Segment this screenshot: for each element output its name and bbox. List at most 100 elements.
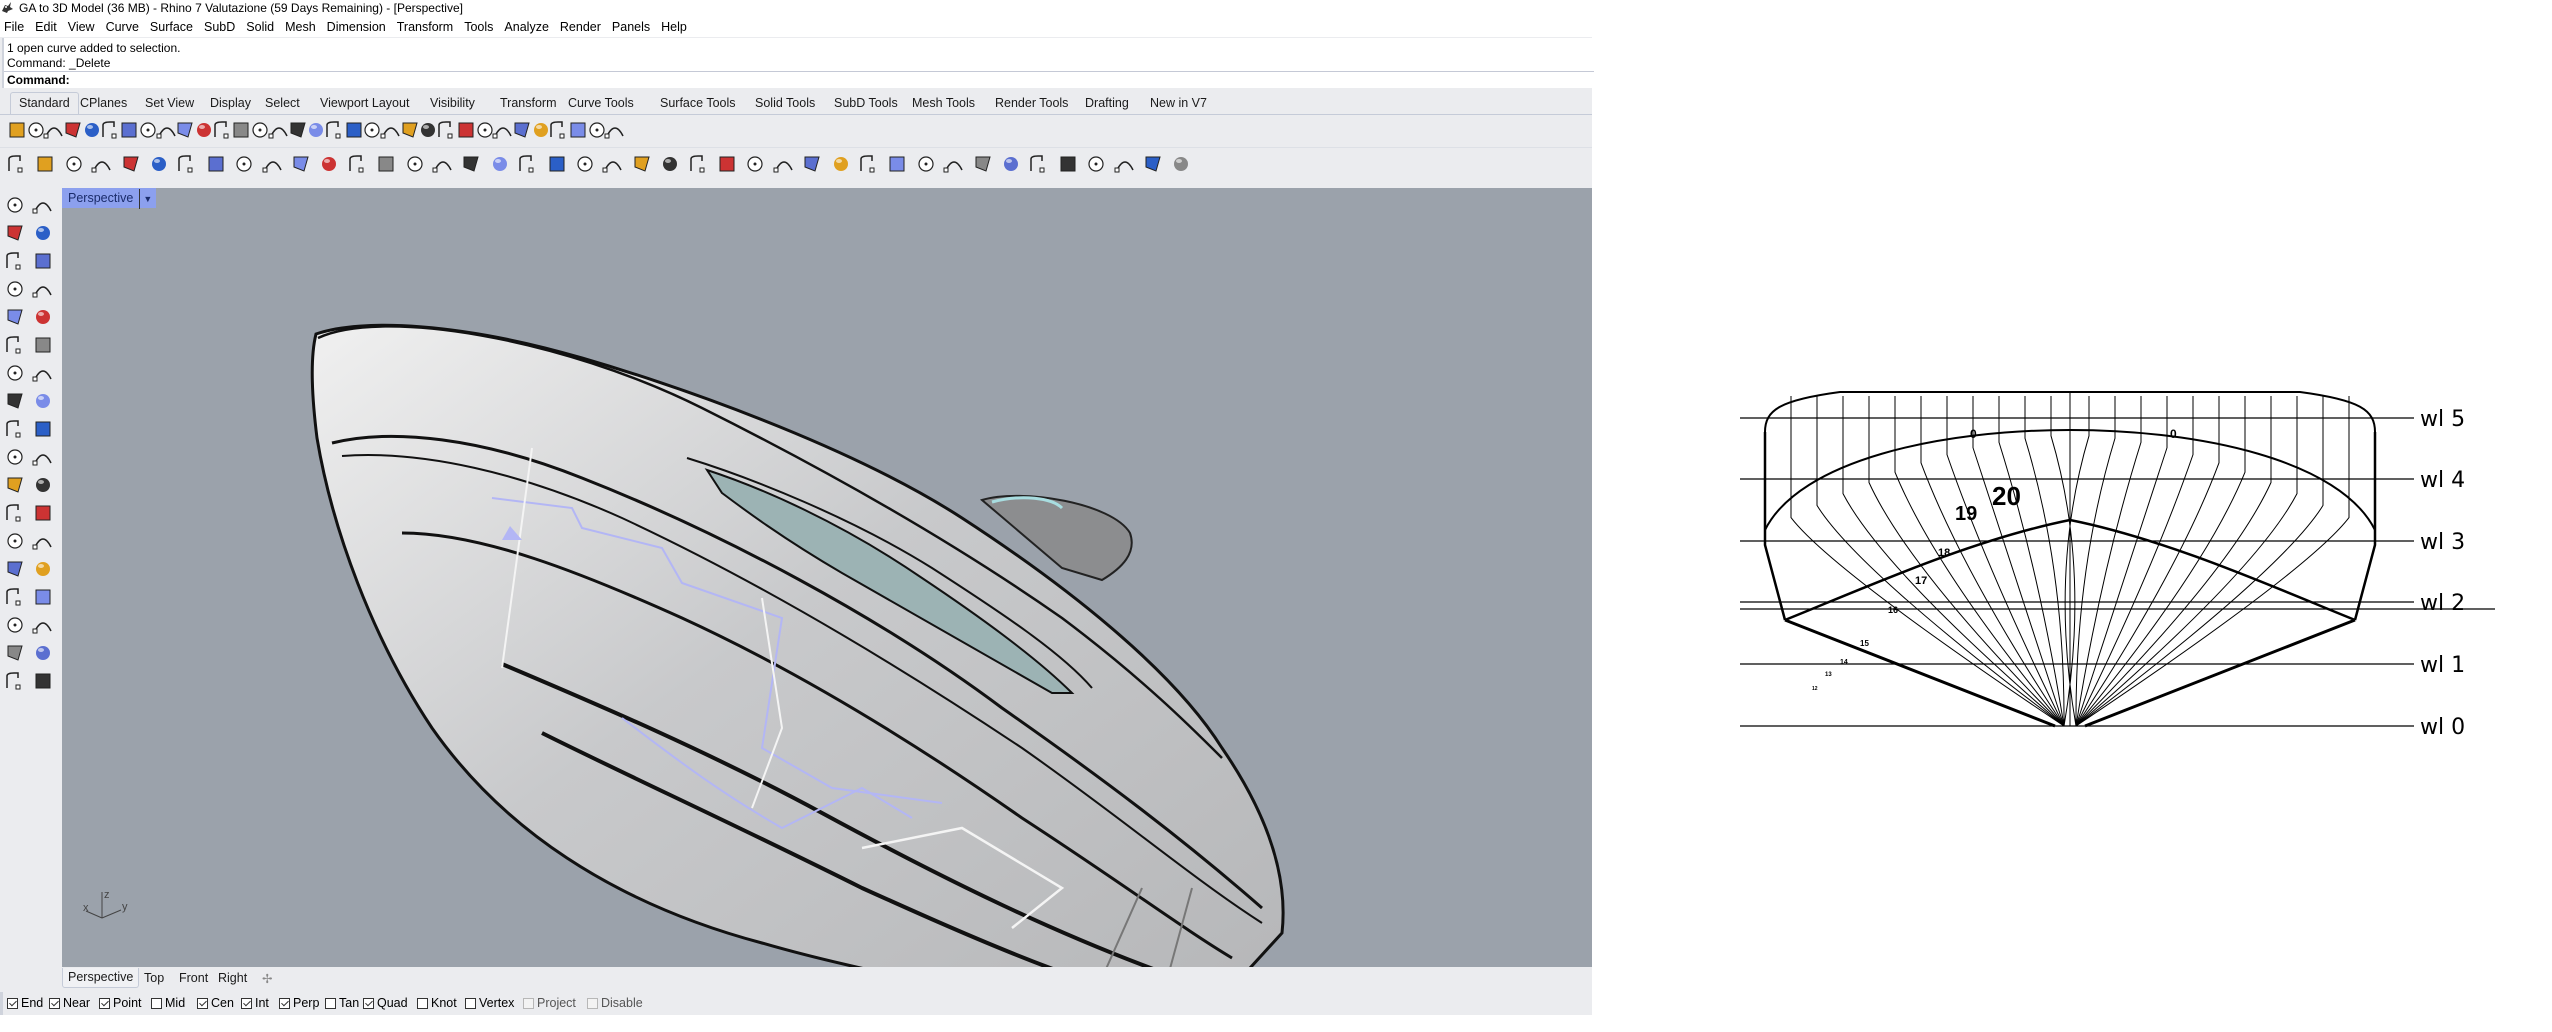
fillet-curves-icon[interactable] xyxy=(6,153,28,175)
circle-points-icon[interactable] xyxy=(744,153,766,175)
render-icon[interactable] xyxy=(32,670,54,692)
split-icon[interactable] xyxy=(32,446,54,468)
walk-set-icon[interactable] xyxy=(546,153,568,175)
osnap-point[interactable]: Point xyxy=(99,996,142,1010)
checkbox[interactable] xyxy=(587,997,598,1009)
yacht-hull-model[interactable] xyxy=(62,188,1592,967)
layer-state-icon[interactable] xyxy=(4,474,26,496)
explode-icon[interactable] xyxy=(32,418,54,440)
blend-surfaces-icon[interactable] xyxy=(1114,153,1136,175)
osnap-knot[interactable]: Knot xyxy=(417,996,457,1010)
polyline-icon[interactable] xyxy=(176,153,198,175)
chamfer-curves-icon[interactable] xyxy=(34,153,56,175)
osnap-near[interactable]: Near xyxy=(49,996,90,1010)
tab-new-in-v7[interactable]: New in V7 xyxy=(1150,96,1207,110)
osnap-project[interactable]: Project xyxy=(523,996,576,1010)
checkbox[interactable] xyxy=(241,997,252,1009)
menu-mesh[interactable]: Mesh xyxy=(281,17,323,37)
command-area[interactable]: 1 open curve added to selection. Command… xyxy=(2,38,1594,88)
menu-curve[interactable]: Curve xyxy=(102,17,146,37)
tab-select[interactable]: Select xyxy=(265,96,300,110)
arc-icon[interactable] xyxy=(943,153,965,175)
point-edit-icon[interactable] xyxy=(290,153,312,175)
select-icon[interactable] xyxy=(4,194,26,216)
checkbox[interactable] xyxy=(99,997,110,1009)
connect-icon[interactable] xyxy=(915,153,937,175)
osnap-end[interactable]: End xyxy=(7,996,43,1010)
arc-profile-icon[interactable] xyxy=(205,153,227,175)
trim-icon[interactable] xyxy=(4,446,26,468)
mesh-icon[interactable] xyxy=(4,670,26,692)
checkbox[interactable] xyxy=(523,997,534,1009)
osnap-mid[interactable]: Mid xyxy=(151,996,185,1010)
osnap-disable[interactable]: Disable xyxy=(587,996,643,1010)
osnap-perp[interactable]: Perp xyxy=(279,996,319,1010)
ellipse-icon[interactable] xyxy=(32,250,54,272)
curve-fillet-icon[interactable] xyxy=(262,153,284,175)
viewport-tab-top[interactable]: Top xyxy=(144,971,164,985)
fit-icon[interactable] xyxy=(574,153,596,175)
tab-viewport-layout[interactable]: Viewport Layout xyxy=(320,96,409,110)
tab-mesh-tools[interactable]: Mesh Tools xyxy=(912,96,975,110)
osnap-tan[interactable]: Tan xyxy=(325,996,359,1010)
check-icon[interactable] xyxy=(32,642,54,664)
tab-transform[interactable]: Transform xyxy=(500,96,557,110)
add-point-icon[interactable] xyxy=(773,153,795,175)
viewport-tab-perspective[interactable]: Perspective xyxy=(62,968,140,988)
menu-transform[interactable]: Transform xyxy=(393,17,461,37)
menu-view[interactable]: View xyxy=(64,17,102,37)
checkbox[interactable] xyxy=(49,997,60,1009)
crv-deformation-icon[interactable] xyxy=(318,153,340,175)
tab-subd-tools[interactable]: SubD Tools xyxy=(834,96,898,110)
fair-icon[interactable] xyxy=(631,153,653,175)
dimension-icon[interactable] xyxy=(32,614,54,636)
trim-icon[interactable] xyxy=(63,153,85,175)
menu-analyze[interactable]: Analyze xyxy=(500,17,555,37)
rectangle-icon[interactable] xyxy=(32,278,54,300)
fillet-icon[interactable] xyxy=(32,306,54,328)
menu-render[interactable]: Render xyxy=(556,17,608,37)
viewport-tab-front[interactable]: Front xyxy=(179,971,208,985)
checkbox[interactable] xyxy=(151,997,162,1009)
curve-edit-icon[interactable] xyxy=(4,502,26,524)
tab-visibility[interactable]: Visibility xyxy=(430,96,475,110)
curve-icon[interactable] xyxy=(32,222,54,244)
rebuild-icon[interactable] xyxy=(404,153,426,175)
polygon-icon[interactable] xyxy=(716,153,738,175)
tab-standard[interactable]: Standard xyxy=(10,92,79,114)
tab-drafting[interactable]: Drafting xyxy=(1085,96,1129,110)
checkbox[interactable] xyxy=(417,997,428,1009)
menu-dimension[interactable]: Dimension xyxy=(323,17,393,37)
scale-icon[interactable] xyxy=(32,530,54,552)
group-icon[interactable] xyxy=(4,418,26,440)
menu-solid[interactable]: Solid xyxy=(242,17,281,37)
menu-panels[interactable]: Panels xyxy=(608,17,657,37)
checkbox[interactable] xyxy=(325,997,336,1009)
arc-icon[interactable] xyxy=(4,278,26,300)
offset-icon[interactable] xyxy=(32,502,54,524)
display-icon[interactable] xyxy=(32,474,54,496)
menu-file[interactable]: File xyxy=(0,17,31,37)
menu-edit[interactable]: Edit xyxy=(31,17,64,37)
point-icon[interactable] xyxy=(32,194,54,216)
tab-set-view[interactable]: Set View xyxy=(145,96,194,110)
project-icon[interactable] xyxy=(1028,153,1050,175)
osnap-int[interactable]: Int xyxy=(241,996,269,1010)
checkbox[interactable] xyxy=(7,997,18,1009)
walk-icon[interactable] xyxy=(517,153,539,175)
checkbox[interactable] xyxy=(279,997,290,1009)
grid-icon[interactable] xyxy=(4,614,26,636)
insert-point-icon[interactable] xyxy=(858,153,880,175)
menu-help[interactable]: Help xyxy=(657,17,694,37)
curve-flow-icon[interactable] xyxy=(460,153,482,175)
align-icon[interactable] xyxy=(1142,153,1164,175)
text-icon[interactable] xyxy=(4,530,26,552)
solid-icon[interactable] xyxy=(4,586,26,608)
array-icon[interactable] xyxy=(4,558,26,580)
extend-icon[interactable] xyxy=(886,153,908,175)
ring-icon[interactable] xyxy=(1170,153,1192,175)
curve-smooth-icon[interactable] xyxy=(1057,153,1079,175)
help-icon[interactable] xyxy=(604,119,626,141)
checkbox[interactable] xyxy=(363,997,374,1009)
mirror-icon[interactable] xyxy=(4,642,26,664)
